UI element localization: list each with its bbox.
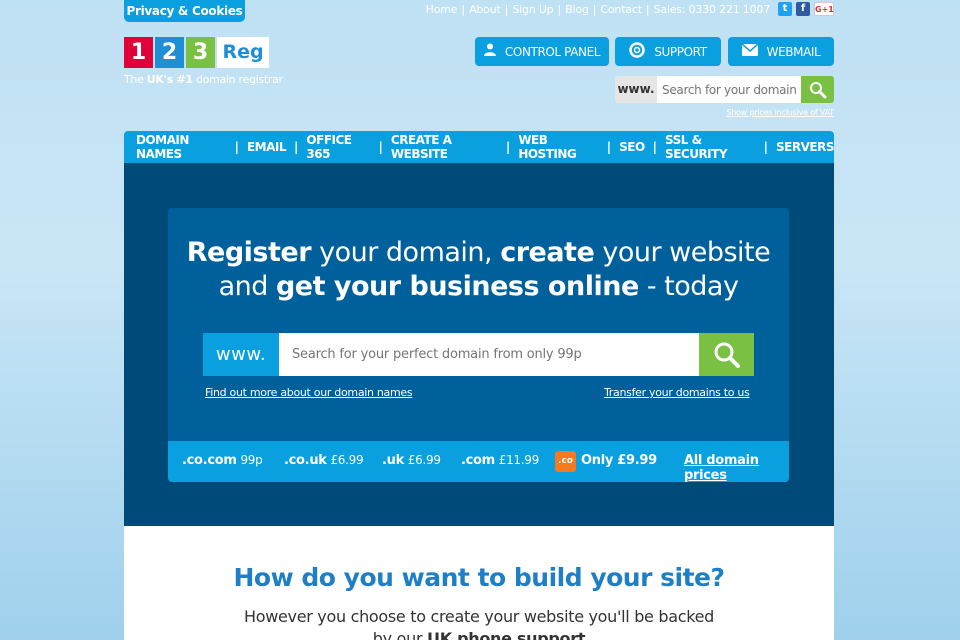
control-panel-button[interactable]: CONTROL PANEL bbox=[475, 37, 609, 66]
header-domain-search: www. bbox=[615, 76, 834, 103]
search-icon bbox=[809, 81, 826, 98]
logo-digit-2: 2 bbox=[155, 37, 184, 68]
header-search-input[interactable] bbox=[657, 76, 801, 103]
nav-ssl-security[interactable]: SSL & SECURITY bbox=[665, 133, 756, 161]
logo-digit-3: 3 bbox=[186, 37, 215, 68]
sales-phone: Sales: 0330 221 1007 bbox=[653, 2, 771, 16]
privacy-cookies-button[interactable]: Privacy & Cookies bbox=[124, 0, 245, 22]
logo-digit-1: 1 bbox=[124, 37, 153, 68]
lifebuoy-icon bbox=[629, 41, 646, 62]
hero-search-input[interactable] bbox=[279, 333, 699, 376]
hero-headline: Register your domain, create your websit… bbox=[186, 237, 771, 302]
search-icon bbox=[714, 342, 740, 368]
nav-domain-names[interactable]: DOMAIN NAMES bbox=[136, 133, 227, 161]
price-com[interactable]: .com £11.99 bbox=[461, 453, 539, 468]
build-subtext: However you choose to create your websit… bbox=[243, 607, 715, 640]
user-icon bbox=[483, 43, 496, 60]
hero-www-prefix: www. bbox=[203, 333, 279, 376]
webmail-button[interactable]: WEBMAIL bbox=[728, 37, 834, 66]
top-link-home[interactable]: Home bbox=[422, 3, 462, 16]
price-co-uk[interactable]: .co.uk £6.99 bbox=[284, 453, 364, 468]
domain-names-info-link[interactable]: Find out more about our domain names bbox=[205, 386, 413, 399]
top-link-about[interactable]: About bbox=[465, 3, 505, 16]
nav-web-hosting[interactable]: WEB HOSTING bbox=[518, 133, 598, 161]
envelope-icon bbox=[741, 42, 759, 60]
logo[interactable]: 1 2 3 Reg bbox=[124, 37, 271, 68]
nav-create-website[interactable]: CREATE A WEBSITE bbox=[391, 133, 498, 161]
co-offer[interactable]: Only £9.99 bbox=[581, 453, 657, 468]
twitter-icon[interactable]: t bbox=[778, 2, 792, 16]
build-heading: How do you want to build your site? bbox=[233, 563, 725, 592]
control-panel-label: CONTROL PANEL bbox=[504, 44, 601, 59]
price-uk[interactable]: .uk £6.99 bbox=[382, 453, 441, 468]
main-nav: DOMAIN NAMES | EMAIL | OFFICE 365 | CREATE … bbox=[124, 131, 834, 163]
top-links: Home | About | Sign Up | Blog | Contact | Sal… bbox=[422, 1, 834, 17]
transfer-domains-link[interactable]: Transfer your domains to us bbox=[604, 386, 750, 399]
nav-email[interactable]: EMAIL bbox=[247, 140, 287, 154]
vat-toggle-link[interactable]: Show prices inclusive of VAT bbox=[726, 108, 834, 117]
hero-domain-search: www. bbox=[203, 333, 754, 376]
nav-seo[interactable]: SEO bbox=[619, 140, 645, 154]
www-prefix: www. bbox=[615, 76, 657, 103]
top-link-contact[interactable]: Contact bbox=[596, 3, 645, 16]
nav-servers[interactable]: SERVERS bbox=[776, 140, 834, 154]
logo-reg: Reg bbox=[217, 37, 269, 68]
header-search-button[interactable] bbox=[801, 76, 834, 103]
support-button[interactable]: SUPPORT bbox=[615, 37, 721, 66]
google-plus-icon[interactable]: G+1 bbox=[814, 2, 834, 16]
price-bar: .co.com 99p .co.uk £6.99 .uk £6.99 .com … bbox=[168, 441, 789, 483]
hero-search-button[interactable] bbox=[699, 333, 754, 376]
webmail-label: WEBMAIL bbox=[766, 44, 821, 59]
support-label: SUPPORT bbox=[654, 44, 707, 59]
price-co-com[interactable]: .co.com 99p bbox=[182, 453, 263, 468]
nav-office-365[interactable]: OFFICE 365 bbox=[306, 133, 370, 161]
top-link-signup[interactable]: Sign Up bbox=[508, 3, 557, 16]
top-link-blog[interactable]: Blog bbox=[561, 3, 593, 16]
tagline: The UK's #1 domain registrar bbox=[124, 73, 283, 86]
co-badge-icon: .co bbox=[555, 451, 576, 472]
all-domain-prices-link[interactable]: All domain prices bbox=[684, 453, 789, 483]
facebook-icon[interactable]: f bbox=[796, 2, 810, 16]
